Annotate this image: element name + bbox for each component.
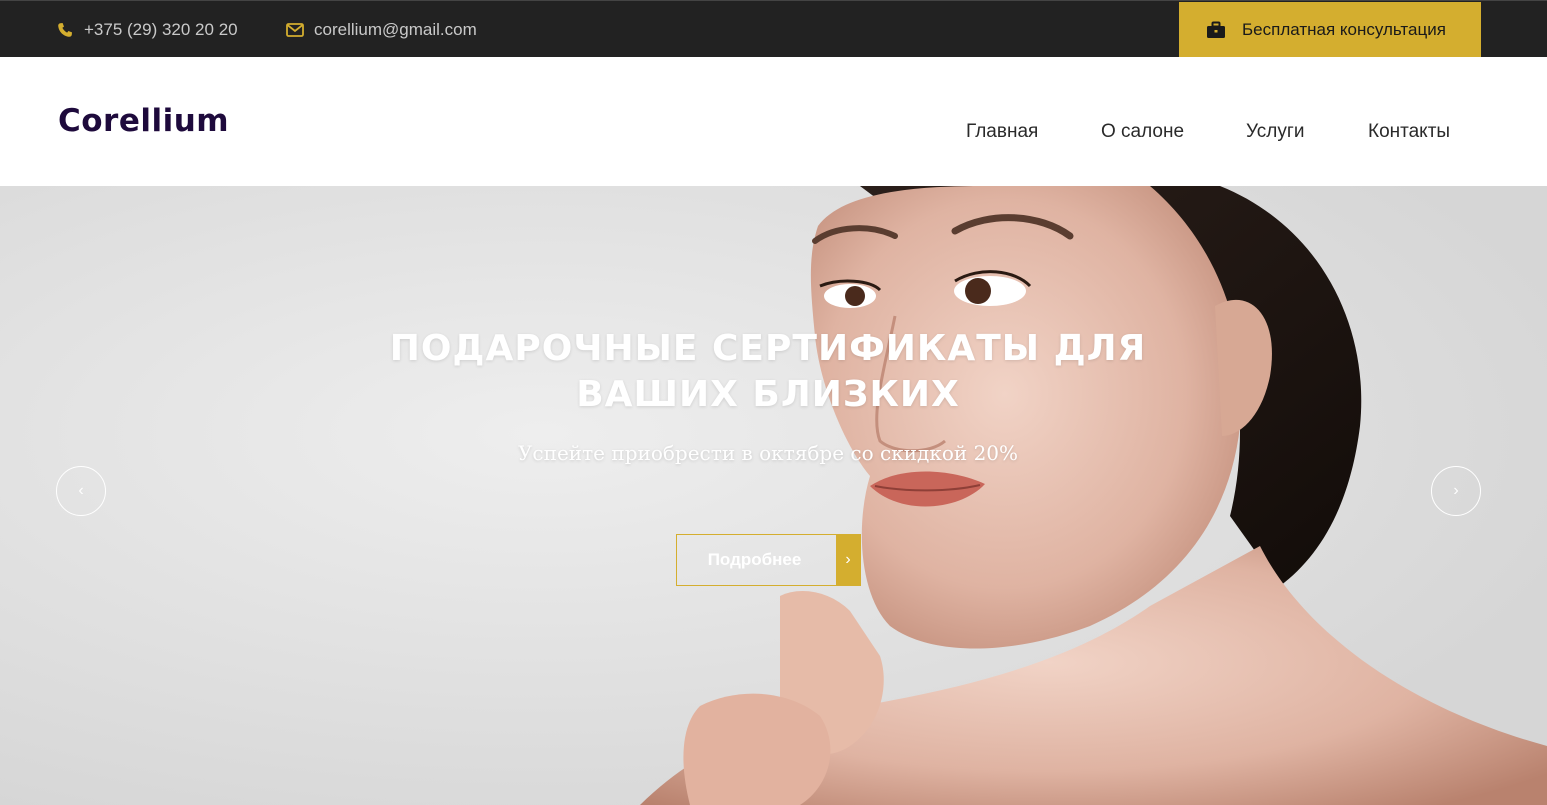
slider-prev-button[interactable]: ‹ [56, 466, 106, 516]
more-details-button[interactable]: Подробнее › [676, 534, 861, 586]
email-address: corellium@gmail.com [314, 19, 477, 39]
hero-title-line-1: ПОДАРОЧНЫЕ СЕРТИФИКАТЫ ДЛЯ [389, 328, 1147, 369]
nav-item-services[interactable]: Услуги [1246, 121, 1304, 143]
nav-item-about[interactable]: О салоне [1101, 121, 1184, 143]
chevron-right-icon: › [1453, 482, 1459, 499]
briefcase-icon [1206, 21, 1226, 39]
email-contact[interactable]: corellium@gmail.com [286, 1, 477, 58]
chevron-right-icon: › [836, 535, 860, 585]
slider-next-button[interactable]: › [1431, 466, 1481, 516]
hero-subtitle: Успейте приобрести в октябре со скидкой … [517, 441, 1019, 465]
site-header: Corellium Главная О салоне Услуги Контак… [0, 57, 1547, 186]
nav-item-contacts[interactable]: Контакты [1368, 121, 1450, 143]
phone-number: +375 (29) 320 20 20 [84, 19, 238, 39]
more-details-label: Подробнее [707, 550, 802, 569]
hero-slider: ПОДАРОЧНЫЕ СЕРТИФИКАТЫ ДЛЯ ВАШИХ БЛИЗКИХ… [0, 186, 1547, 805]
chevron-left-icon: ‹ [78, 482, 84, 499]
hero-title-line-2: ВАШИХ БЛИЗКИХ [576, 374, 960, 415]
envelope-icon [286, 21, 304, 39]
phone-contact[interactable]: +375 (29) 320 20 20 [56, 1, 238, 58]
consultation-label: Бесплатная консультация [1242, 20, 1446, 39]
free-consultation-button[interactable]: Бесплатная консультация [1179, 2, 1481, 58]
top-bar: +375 (29) 320 20 20 corellium@gmail.com … [0, 0, 1547, 58]
hero-woman-photo [0, 186, 1547, 805]
hero-title: ПОДАРОЧНЫЕ СЕРТИФИКАТЫ ДЛЯ ВАШИХ БЛИЗКИХ [368, 326, 1168, 418]
phone-icon [56, 21, 74, 39]
logo[interactable]: Corellium [58, 103, 229, 139]
nav-item-home[interactable]: Главная [966, 121, 1038, 143]
